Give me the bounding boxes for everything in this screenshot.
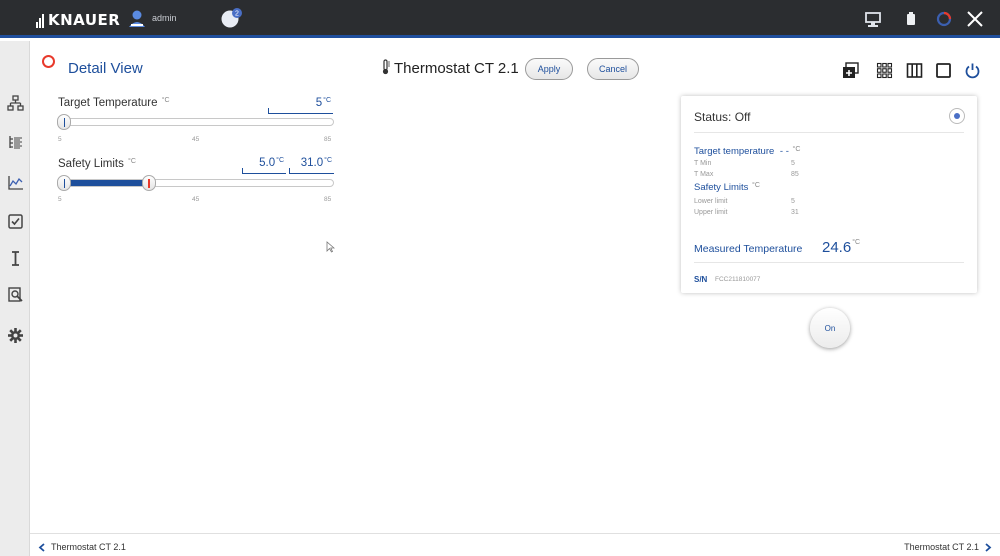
target-temperature-current: - - — [779, 146, 789, 157]
lower-limit-label: Lower limit — [694, 198, 728, 205]
measured-temperature-unit: °C — [852, 239, 861, 246]
settings-gear-icon[interactable] — [7, 327, 24, 344]
serial-number-label: S/N — [694, 275, 708, 284]
chevron-right-icon — [985, 542, 992, 552]
detail-header: Detail View Thermostat CT 2.1 Apply Canc… — [30, 41, 1000, 83]
target-temperature-unit: °C — [161, 97, 170, 104]
columns-view-icon[interactable] — [906, 62, 923, 79]
target-temperature-value[interactable]: 5 — [316, 97, 322, 109]
target-temp-mid-tick: 45 — [192, 136, 200, 143]
target-temperature-track[interactable] — [57, 118, 334, 126]
battery-icon — [907, 12, 915, 25]
target-temperature-heading-text: Target temperature — [694, 146, 775, 157]
safety-lower-unit: °C — [276, 157, 284, 164]
user-icon[interactable] — [128, 9, 146, 27]
target-temperature-input[interactable]: 5°C — [268, 97, 333, 114]
zoom-document-icon[interactable] — [7, 286, 24, 303]
network-icon[interactable] — [7, 95, 24, 112]
svg-text:2: 2 — [235, 11, 239, 18]
upper-limit-label: Upper limit — [694, 209, 728, 216]
measured-temperature-label: Measured Temperature — [694, 243, 803, 255]
safety-upper-handle[interactable] — [142, 175, 157, 191]
checklist-icon[interactable] — [7, 213, 24, 230]
mouse-pointer-icon — [326, 241, 335, 253]
top-bar: KNAUER admin 2 — [0, 0, 1000, 38]
cancel-button[interactable]: Cancel — [587, 58, 639, 80]
tmin-value: 5 — [791, 160, 795, 167]
apply-button[interactable]: Apply — [525, 58, 573, 80]
safety-lower-handle[interactable] — [57, 175, 71, 191]
safety-lower-input[interactable]: 5.0°C — [242, 157, 286, 174]
status-divider — [694, 132, 964, 133]
username[interactable]: admin — [152, 13, 177, 23]
serial-number-value: FCC211810077 — [715, 276, 761, 283]
top-bar-accent — [0, 35, 1000, 38]
status-panel: Status: Off Target temperature - - °C T … — [681, 96, 977, 293]
safety-limits-unit: °C — [128, 158, 136, 165]
notification-icon[interactable]: 2 — [220, 7, 244, 29]
safety-limits-heading: Safety Limits °C — [694, 182, 760, 193]
previous-device-link[interactable]: Thermostat CT 2.1 — [38, 542, 126, 552]
knauer-logo: KNAUER — [36, 10, 120, 30]
upper-limit-value: 31 — [791, 209, 799, 216]
thermometer-icon — [382, 59, 390, 75]
target-temperature-label-text: Target Temperature — [58, 97, 158, 109]
target-temperature-label: Target Temperature °C — [58, 97, 170, 109]
target-temp-min-tick: 5 — [58, 136, 62, 143]
safety-limits-heading-unit: °C — [752, 182, 760, 189]
close-icon[interactable] — [962, 8, 988, 30]
text-cursor-icon[interactable] — [7, 250, 24, 267]
next-device-label[interactable]: Thermostat CT 2.1 — [904, 542, 979, 552]
measured-temperature: 24.6°C — [822, 239, 860, 256]
safety-limits-range — [64, 180, 150, 186]
safety-min-tick: 5 — [58, 196, 62, 203]
tmax-value: 85 — [791, 171, 799, 178]
safety-max-tick: 85 — [324, 196, 332, 203]
measured-temperature-value: 24.6 — [822, 239, 852, 256]
safety-limits-label: Safety Limits °C — [58, 158, 136, 170]
on-button[interactable]: On — [810, 308, 850, 348]
add-window-icon[interactable] — [842, 62, 859, 79]
chevron-left-icon — [38, 542, 45, 552]
next-device-link[interactable]: Thermostat CT 2.1 — [904, 542, 992, 552]
single-view-icon[interactable] — [935, 62, 952, 79]
connection-status-icon — [936, 11, 952, 27]
status-indicator[interactable] — [949, 108, 965, 124]
tree-list-icon[interactable] — [7, 134, 24, 151]
brand-name: KNAUER — [48, 11, 121, 29]
target-temperature-handle[interactable] — [57, 114, 71, 130]
detail-view-ring-icon — [42, 55, 55, 68]
chart-icon[interactable] — [7, 174, 24, 191]
logo-bars — [36, 12, 45, 28]
screen-share-icon[interactable] — [862, 8, 884, 30]
target-temperature-heading-unit: °C — [792, 146, 801, 153]
detail-view-title: Detail View — [68, 60, 143, 77]
previous-device-label[interactable]: Thermostat CT 2.1 — [51, 542, 126, 552]
status-title: Status: Off — [694, 110, 751, 124]
tmin-label: T Min — [694, 160, 712, 167]
lower-limit-value: 5 — [791, 198, 795, 205]
safety-lower-value[interactable]: 5.0 — [259, 157, 275, 169]
power-icon[interactable] — [964, 62, 981, 79]
grid-view-icon[interactable] — [876, 62, 893, 79]
left-sidebar — [0, 41, 30, 556]
device-title: Thermostat CT 2.1 — [394, 60, 519, 77]
safety-upper-unit: °C — [324, 157, 332, 164]
safety-upper-value[interactable]: 31.0 — [301, 157, 323, 169]
safety-limits-label-text: Safety Limits — [58, 158, 124, 170]
target-temperature-value-unit: °C — [323, 97, 331, 104]
target-temperature-heading: Target temperature - - °C — [694, 146, 800, 157]
tmax-label: T Max — [694, 171, 714, 178]
safety-mid-tick: 45 — [192, 196, 200, 203]
measured-divider — [694, 262, 964, 263]
footer-nav: Thermostat CT 2.1 Thermostat CT 2.1 — [30, 533, 1000, 556]
target-temp-max-tick: 85 — [324, 136, 332, 143]
safety-limits-heading-text: Safety Limits — [694, 182, 749, 193]
safety-upper-input[interactable]: 31.0°C — [289, 157, 334, 174]
